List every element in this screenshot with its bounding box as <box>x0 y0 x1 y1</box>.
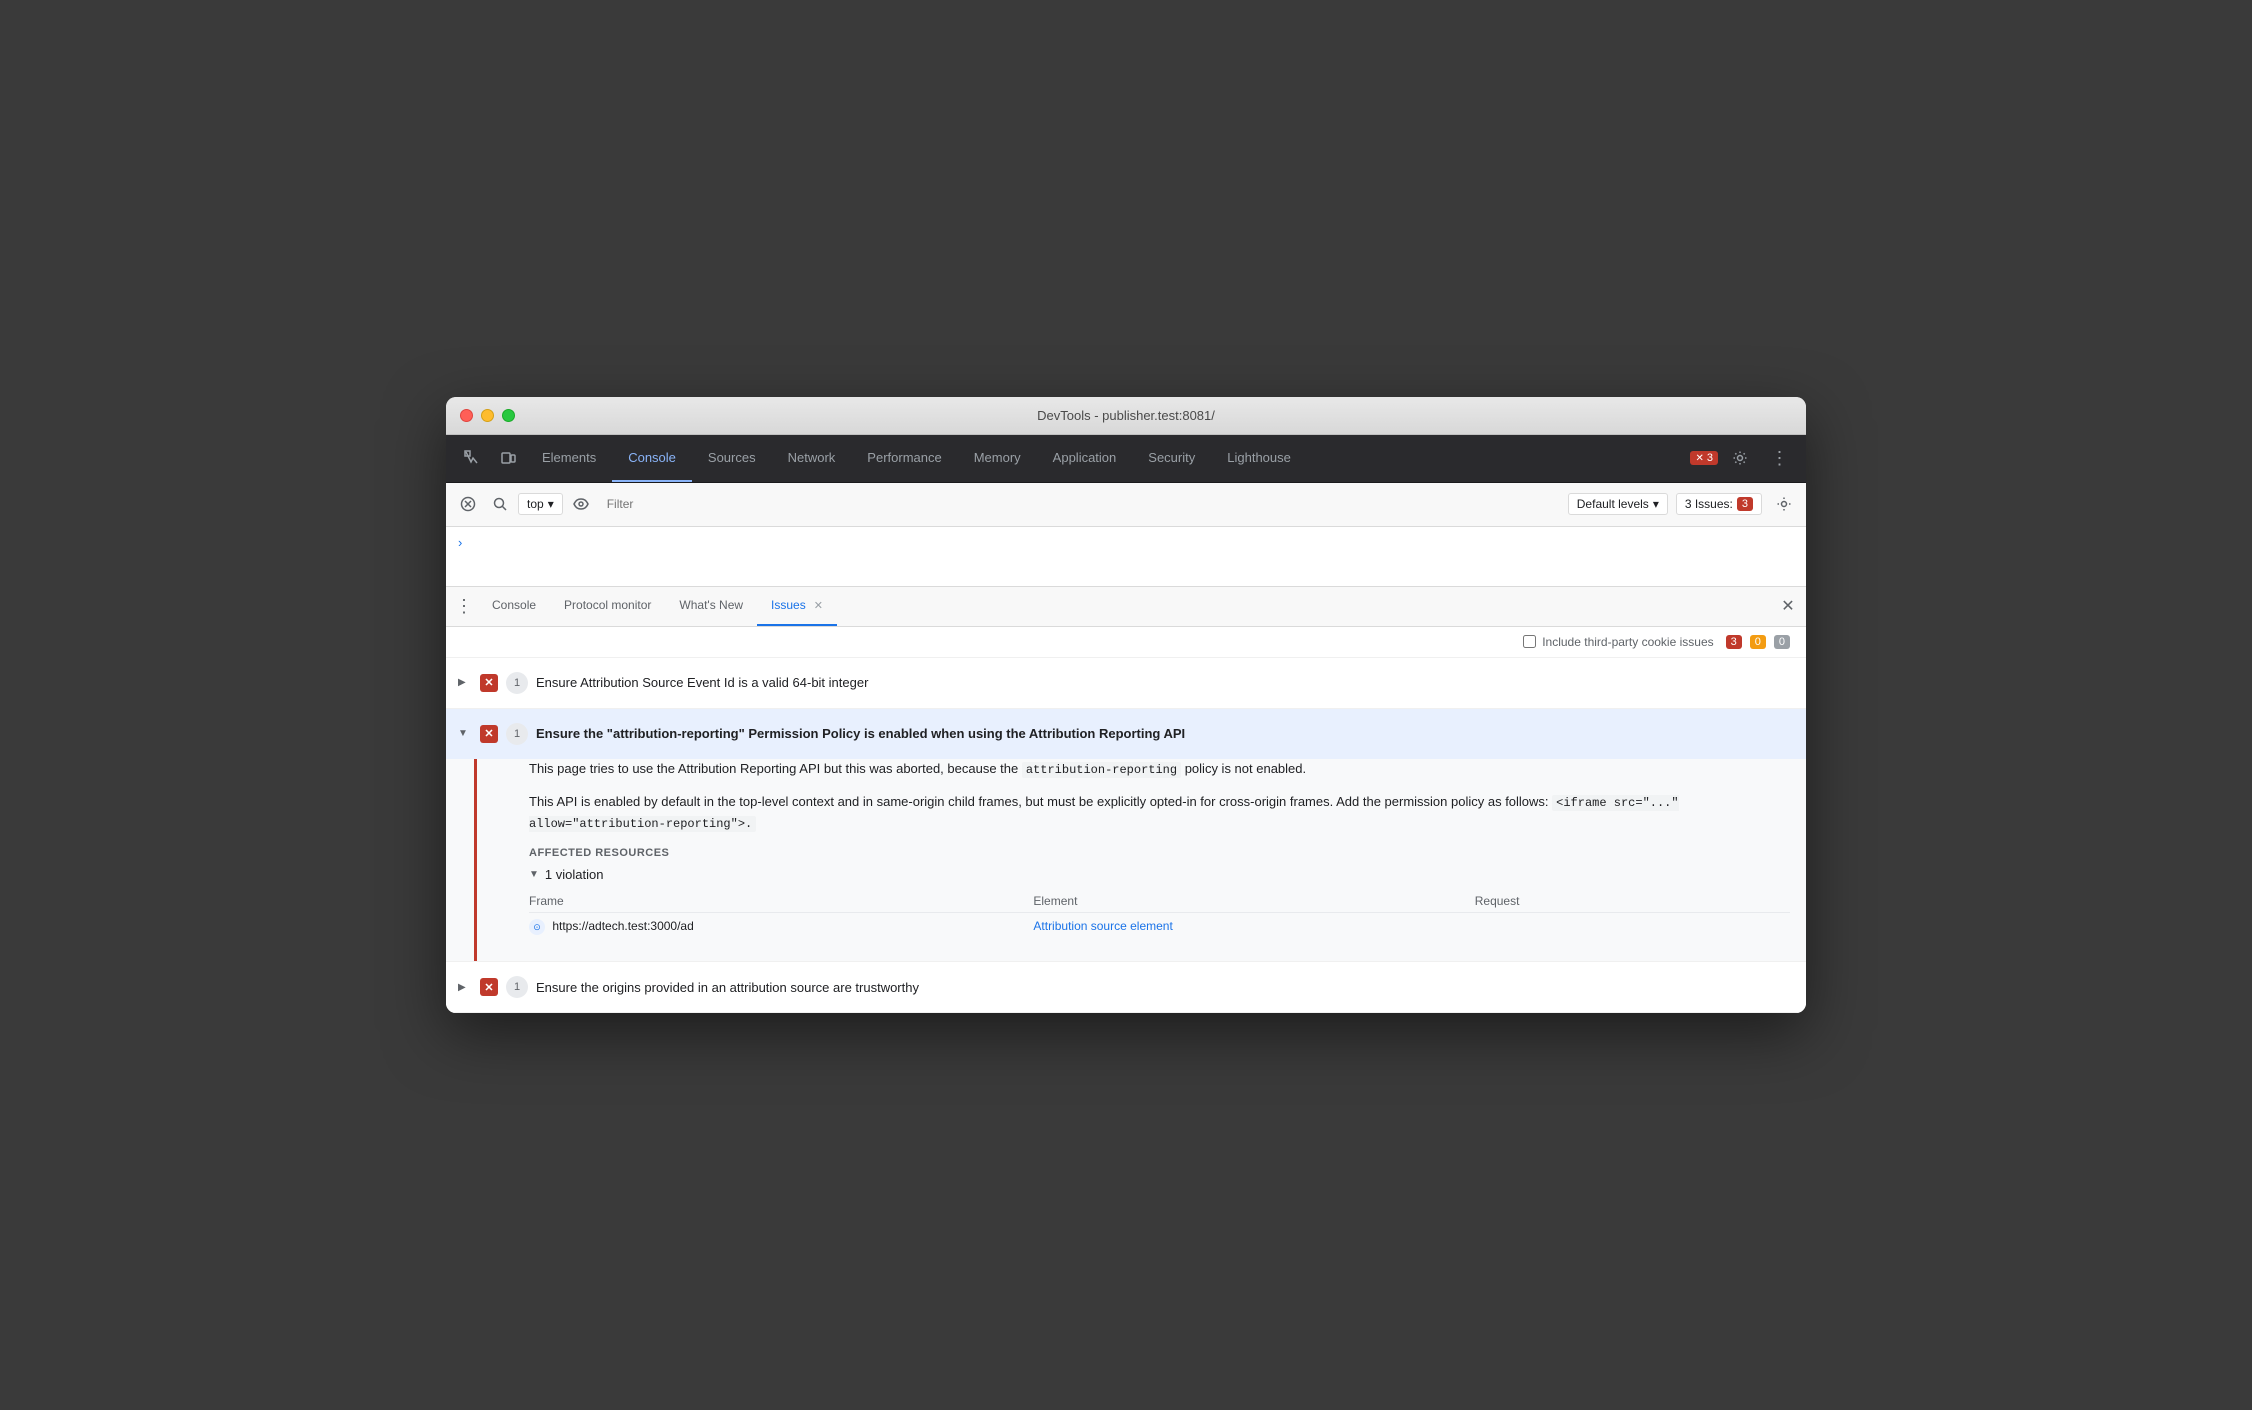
console-prompt: › <box>458 535 1794 550</box>
tab-elements[interactable]: Elements <box>526 434 612 482</box>
issue-header-3[interactable]: ▶ ✕ 1 Ensure the origins provided in an … <box>446 962 1806 1012</box>
info-badge: 0 <box>1774 635 1790 649</box>
context-selector[interactable]: top ▾ <box>518 493 563 515</box>
code-attribution-reporting: attribution-reporting <box>1022 762 1181 778</box>
issue-header-2[interactable]: ▼ ✕ 1 Ensure the "attribution-reporting"… <box>446 709 1806 759</box>
tab-security[interactable]: Security <box>1132 434 1211 482</box>
expand-arrow-1: ▶ <box>458 677 472 688</box>
filter-icon[interactable] <box>486 490 514 518</box>
tabs-right-actions: ✕ 3 ⋮ <box>1690 440 1798 476</box>
issue-body-2: This page tries to use the Attribution R… <box>474 759 1806 961</box>
col-request: Request <box>1475 890 1790 913</box>
error-icon-3: ✕ <box>480 978 498 996</box>
console-toolbar: top ▾ Default levels ▾ 3 Issues: 3 <box>446 483 1806 527</box>
titlebar: DevTools - publisher.test:8081/ <box>446 397 1806 435</box>
tab-issues-close[interactable]: ✕ <box>814 599 823 612</box>
settings-icon[interactable] <box>1722 440 1758 476</box>
affected-resources-title: AFFECTED RESOURCES <box>529 847 1790 859</box>
warning-badge: 0 <box>1750 635 1766 649</box>
issue-title-1: Ensure Attribution Source Event Id is a … <box>536 675 868 690</box>
devtools-window: DevTools - publisher.test:8081/ Elements… <box>446 397 1806 1013</box>
third-party-checkbox-label[interactable]: Include third-party cookie issues <box>1523 635 1713 649</box>
tab-protocol-monitor[interactable]: Protocol monitor <box>550 586 665 626</box>
col-frame: Frame <box>529 890 1033 913</box>
fullscreen-button[interactable] <box>502 409 515 422</box>
issue-header-1[interactable]: ▶ ✕ 1 Ensure Attribution Source Event Id… <box>446 658 1806 708</box>
filter-input[interactable] <box>599 493 1564 515</box>
issue-row-1: ▶ ✕ 1 Ensure Attribution Source Event Id… <box>446 658 1806 709</box>
frame-icon: ⊙ <box>529 919 545 935</box>
close-drawer-button[interactable]: ✕ <box>1774 592 1802 620</box>
issues-badge[interactable]: ✕ 3 <box>1690 451 1718 465</box>
default-levels-button[interactable]: Default levels ▾ <box>1568 493 1668 515</box>
console-content: › <box>446 527 1806 587</box>
request-cell <box>1475 912 1790 941</box>
issue-title-2: Ensure the "attribution-reporting" Permi… <box>536 726 1185 741</box>
dropdown-arrow-icon: ▾ <box>1653 497 1659 511</box>
issues-options-bar: Include third-party cookie issues 3 0 0 <box>446 627 1806 658</box>
issue-row-2: ▼ ✕ 1 Ensure the "attribution-reporting"… <box>446 709 1806 962</box>
attribution-source-link[interactable]: Attribution source element <box>1033 919 1172 933</box>
warning-count: 0 <box>1750 635 1766 649</box>
issue-desc-2: This API is enabled by default in the to… <box>529 792 1790 834</box>
resources-table: Frame Element Request ⊙ https://adtech.t… <box>529 890 1790 942</box>
console-settings-icon[interactable] <box>1770 490 1798 518</box>
tab-console[interactable]: Console <box>612 434 692 482</box>
tab-lighthouse[interactable]: Lighthouse <box>1211 434 1307 482</box>
issues-count-button[interactable]: 3 Issues: 3 <box>1676 493 1762 515</box>
error-icon-2: ✕ <box>480 725 498 743</box>
info-count: 0 <box>1774 635 1790 649</box>
issue-title-3: Ensure the origins provided in an attrib… <box>536 980 919 995</box>
console-toolbar-right: Default levels ▾ 3 Issues: 3 <box>1568 490 1798 518</box>
tab-whats-new[interactable]: What's New <box>665 586 757 626</box>
col-element: Element <box>1033 890 1474 913</box>
issues-panel: Include third-party cookie issues 3 0 0 … <box>446 627 1806 1013</box>
violation-header[interactable]: ▼ 1 violation <box>529 867 1790 882</box>
tab-memory[interactable]: Memory <box>958 434 1037 482</box>
more-options-icon[interactable]: ⋮ <box>1762 440 1798 476</box>
tab-network[interactable]: Network <box>772 434 852 482</box>
count-badge-2: 1 <box>506 723 528 745</box>
issue-desc-1: This page tries to use the Attribution R… <box>529 759 1790 780</box>
error-icon-1: ✕ <box>480 674 498 692</box>
tab-performance[interactable]: Performance <box>851 434 957 482</box>
eye-icon[interactable] <box>567 490 595 518</box>
clear-console-icon[interactable] <box>454 490 482 518</box>
drawer-menu-icon[interactable]: ⋮ <box>450 592 478 620</box>
element-cell: Attribution source element <box>1033 912 1474 941</box>
expand-arrow-3: ▶ <box>458 982 472 993</box>
tab-console-drawer[interactable]: Console <box>478 586 550 626</box>
error-badge: 3 <box>1726 635 1742 649</box>
error-count: 3 <box>1726 635 1742 649</box>
issue-counts: 3 0 0 <box>1726 635 1790 649</box>
violation-arrow: ▼ <box>529 869 539 880</box>
tab-issues[interactable]: Issues ✕ <box>757 586 837 626</box>
inspect-element-icon[interactable] <box>454 440 490 476</box>
issues-error-badge: 3 <box>1737 497 1753 511</box>
frame-cell: ⊙ https://adtech.test:3000/ad <box>529 912 1033 941</box>
count-badge-3: 1 <box>506 976 528 998</box>
window-title: DevTools - publisher.test:8081/ <box>1037 408 1215 423</box>
traffic-lights <box>460 409 515 422</box>
dropdown-arrow: ▾ <box>548 497 554 511</box>
prompt-arrow: › <box>458 535 462 550</box>
expand-arrow-2: ▼ <box>458 728 472 739</box>
minimize-button[interactable] <box>481 409 494 422</box>
count-badge-1: 1 <box>506 672 528 694</box>
tab-sources[interactable]: Sources <box>692 434 772 482</box>
third-party-checkbox[interactable] <box>1523 635 1536 648</box>
devtools-tabs-bar: Elements Console Sources Network Perform… <box>446 435 1806 483</box>
close-button[interactable] <box>460 409 473 422</box>
tab-application[interactable]: Application <box>1037 434 1133 482</box>
issue-row-3: ▶ ✕ 1 Ensure the origins provided in an … <box>446 962 1806 1013</box>
device-toolbar-icon[interactable] <box>490 440 526 476</box>
table-row: ⊙ https://adtech.test:3000/ad Attributio… <box>529 912 1790 941</box>
bottom-tabs-bar: ⋮ Console Protocol monitor What's New Is… <box>446 587 1806 627</box>
